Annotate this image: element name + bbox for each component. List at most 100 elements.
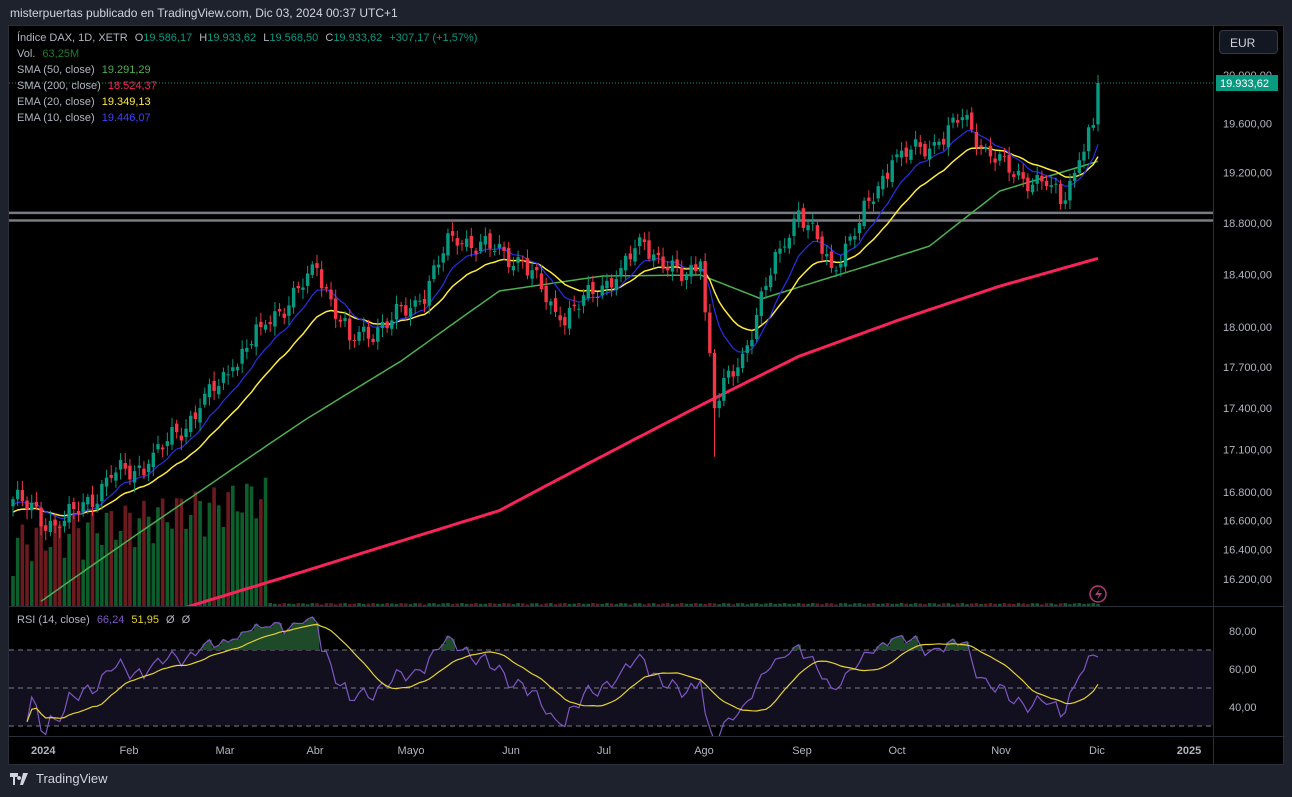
sma200-line[interactable]	[181, 256, 1099, 608]
candle[interactable]	[558, 306, 562, 327]
candle[interactable]	[11, 496, 15, 517]
candle[interactable]	[642, 232, 647, 251]
candle[interactable]	[670, 255, 675, 281]
candle[interactable]	[469, 227, 474, 257]
candle[interactable]	[614, 270, 618, 296]
candle[interactable]	[553, 290, 558, 317]
candle[interactable]	[549, 298, 553, 315]
sma200-legend[interactable]: SMA (200, close) 18.524,37	[17, 80, 161, 92]
candle[interactable]	[287, 296, 291, 326]
candle[interactable]	[661, 247, 665, 274]
candle[interactable]	[25, 496, 29, 520]
candle[interactable]	[787, 234, 792, 254]
candle[interactable]	[656, 246, 661, 264]
candle[interactable]	[235, 363, 240, 376]
candle[interactable]	[507, 241, 511, 273]
candle[interactable]	[698, 258, 703, 280]
candle[interactable]	[801, 203, 806, 232]
candle[interactable]	[773, 249, 778, 281]
candle[interactable]	[198, 398, 202, 431]
candle[interactable]	[221, 367, 226, 390]
candle[interactable]	[254, 316, 258, 356]
candle[interactable]	[390, 311, 394, 336]
candle[interactable]	[647, 231, 651, 262]
candle[interactable]	[301, 278, 305, 299]
chart-frame[interactable]: 20.000,0019.600,0019.200,0018.800,0018.4…	[8, 25, 1285, 766]
candle[interactable]	[918, 134, 922, 155]
candle[interactable]	[1035, 166, 1039, 192]
candle[interactable]	[118, 453, 123, 480]
price-pane[interactable]	[9, 74, 1213, 609]
candle[interactable]	[820, 231, 824, 262]
candle[interactable]	[796, 201, 801, 228]
candle[interactable]	[857, 214, 862, 241]
candle[interactable]	[815, 219, 820, 243]
candle[interactable]	[427, 275, 431, 315]
candle[interactable]	[310, 261, 315, 279]
volume-legend[interactable]: Vol. 63,25M	[17, 48, 83, 60]
candle[interactable]	[544, 277, 548, 310]
candle[interactable]	[731, 364, 735, 387]
chart-canvas[interactable]: 20.000,0019.600,0019.200,0018.800,0018.4…	[9, 26, 1285, 766]
candle[interactable]	[226, 365, 230, 385]
sma50-legend[interactable]: SMA (50, close) 19.291,29	[17, 64, 155, 76]
candle[interactable]	[273, 302, 277, 336]
candle[interactable]	[170, 417, 174, 451]
candle[interactable]	[104, 469, 109, 497]
candle[interactable]	[329, 281, 333, 307]
candle[interactable]	[464, 230, 469, 252]
candle[interactable]	[680, 260, 684, 287]
candle[interactable]	[1058, 179, 1063, 210]
candle[interactable]	[965, 109, 969, 127]
candle[interactable]	[62, 510, 67, 533]
candle[interactable]	[436, 255, 441, 275]
candle[interactable]	[726, 365, 731, 384]
candle[interactable]	[338, 315, 343, 328]
candle[interactable]	[899, 142, 904, 167]
candle[interactable]	[488, 229, 492, 258]
candle[interactable]	[577, 303, 581, 319]
candle[interactable]	[455, 230, 459, 255]
candle[interactable]	[231, 359, 235, 378]
candle[interactable]	[876, 181, 880, 203]
candle[interactable]	[76, 501, 81, 522]
candle[interactable]	[750, 330, 754, 355]
candle[interactable]	[745, 339, 749, 362]
candle[interactable]	[979, 138, 983, 155]
candle[interactable]	[1049, 176, 1053, 194]
candle[interactable]	[478, 234, 483, 254]
candle[interactable]	[984, 143, 988, 153]
ema20-line[interactable]	[12, 147, 1099, 517]
candle[interactable]	[268, 315, 272, 332]
candle[interactable]	[156, 435, 160, 454]
candle[interactable]	[941, 131, 946, 151]
candle[interactable]	[633, 239, 637, 266]
candle[interactable]	[184, 419, 188, 445]
candle[interactable]	[572, 295, 576, 312]
candle[interactable]	[441, 246, 445, 272]
candle[interactable]	[1072, 169, 1077, 188]
candle[interactable]	[207, 378, 212, 406]
candle[interactable]	[1077, 152, 1081, 177]
candle[interactable]	[450, 222, 455, 242]
candle[interactable]	[146, 459, 151, 482]
candle[interactable]	[67, 496, 71, 529]
candle[interactable]	[768, 267, 773, 292]
candle[interactable]	[497, 234, 502, 255]
candle[interactable]	[694, 256, 698, 275]
candle[interactable]	[923, 140, 927, 160]
candle[interactable]	[432, 259, 436, 283]
candle[interactable]	[843, 235, 848, 273]
candle[interactable]	[511, 256, 516, 276]
candle[interactable]	[240, 340, 244, 374]
candle[interactable]	[446, 228, 450, 261]
candle[interactable]	[160, 444, 165, 458]
candle[interactable]	[881, 169, 885, 197]
candle[interactable]	[385, 317, 389, 333]
candle[interactable]	[165, 432, 170, 456]
candle[interactable]	[394, 295, 399, 329]
candle[interactable]	[993, 151, 997, 172]
candle[interactable]	[998, 150, 1002, 166]
candle[interactable]	[792, 211, 796, 245]
candle[interactable]	[109, 465, 113, 483]
